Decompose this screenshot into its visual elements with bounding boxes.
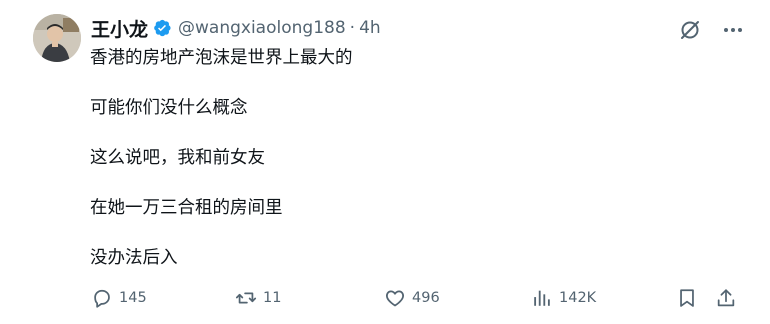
post-timestamp[interactable]: 4h: [359, 18, 381, 38]
bookmark-icon: [680, 289, 694, 307]
action-bar: 145 11 496 142K: [0, 284, 770, 312]
post-text-line: 香港的房地产泡沫是世界上最大的: [90, 48, 353, 68]
post-text-line: 这么说吧，我和前女友: [90, 148, 265, 168]
post-text-line: 没办法后入: [90, 248, 178, 268]
display-name[interactable]: 王小龙: [91, 15, 148, 42]
post-text-line: 可能你们没什么概念: [90, 98, 248, 118]
post-header: 王小龙 @wangxiaolong188 · 4h: [91, 14, 381, 42]
bookmark-button[interactable]: [676, 284, 698, 312]
grok-icon[interactable]: [678, 18, 702, 42]
reply-count: 145: [119, 290, 147, 306]
reply-button[interactable]: 145: [91, 284, 147, 312]
more-icon[interactable]: [721, 18, 745, 42]
avatar-image: [33, 14, 81, 62]
post-text-line: 在她一万三合租的房间里: [90, 198, 283, 218]
avatar[interactable]: [33, 14, 81, 62]
user-handle[interactable]: @wangxiaolong188: [178, 18, 346, 38]
repost-icon: [235, 292, 257, 304]
tweet: 王小龙 @wangxiaolong188 · 4h 香港的房地产泡沫是世界上最大…: [0, 0, 770, 324]
share-icon: [717, 289, 735, 307]
heart-icon: [386, 290, 404, 307]
views-count: 142K: [559, 290, 597, 306]
like-button[interactable]: 496: [384, 284, 440, 312]
reply-icon: [94, 289, 110, 308]
verified-badge-icon: [152, 18, 172, 38]
share-button[interactable]: [715, 284, 737, 312]
views-icon: [534, 290, 550, 306]
like-count: 496: [412, 290, 440, 306]
repost-button[interactable]: 11: [235, 284, 281, 312]
views-button[interactable]: 142K: [531, 284, 596, 312]
separator-dot: ·: [349, 18, 356, 38]
repost-count: 11: [263, 290, 282, 306]
